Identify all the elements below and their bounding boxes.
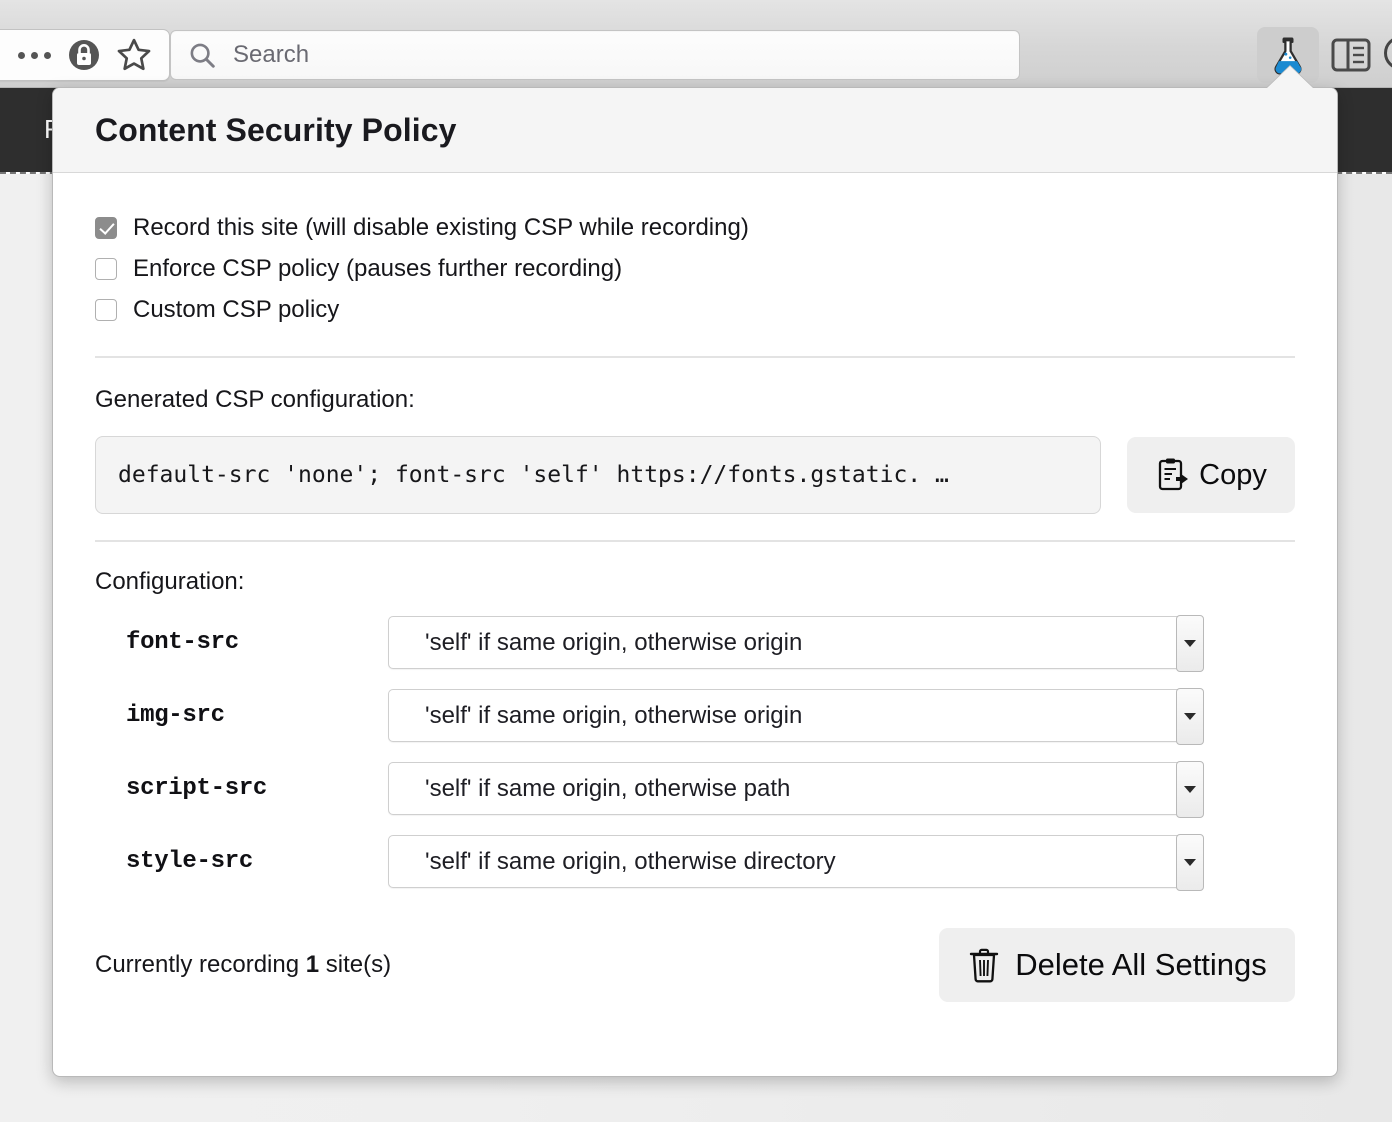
- select-value-script-src: 'self' if same origin, otherwise path: [389, 775, 790, 803]
- trash-icon: [967, 946, 1001, 984]
- search-bar[interactable]: Search: [170, 30, 1020, 80]
- checkbox-record-site[interactable]: [95, 217, 117, 239]
- divider-top: [95, 356, 1295, 358]
- select-value-style-src: 'self' if same origin, otherwise directo…: [389, 848, 836, 876]
- account-button[interactable]: [1384, 36, 1392, 72]
- checkbox-list: Record this site (will disable existing …: [95, 207, 1295, 330]
- chevron-down-icon[interactable]: [1176, 688, 1204, 745]
- checkbox-label-enforce-policy: Enforce CSP policy (pauses further recor…: [133, 255, 622, 283]
- delete-all-settings-button[interactable]: Delete All Settings: [939, 928, 1295, 1002]
- popup-header: Content Security Policy: [53, 88, 1337, 173]
- search-icon: [187, 40, 217, 70]
- directive-label-font-src: font-src: [95, 629, 388, 656]
- copy-button[interactable]: Copy: [1127, 437, 1295, 513]
- browser-toolbar: Search: [0, 0, 1392, 88]
- checkbox-label-record-site: Record this site (will disable existing …: [133, 214, 749, 242]
- account-circle-icon: [1384, 36, 1392, 70]
- generated-csp-field[interactable]: default-src 'none'; font-src 'self' http…: [95, 436, 1101, 514]
- reader-lock-button[interactable]: [59, 33, 109, 77]
- copy-button-label: Copy: [1199, 459, 1267, 492]
- bookmark-button[interactable]: [109, 33, 159, 77]
- configuration-label: Configuration:: [95, 568, 1295, 596]
- checkbox-row-record-site[interactable]: Record this site (will disable existing …: [95, 207, 1295, 248]
- more-options-button[interactable]: [9, 33, 59, 77]
- select-font-src[interactable]: 'self' if same origin, otherwise origin: [388, 616, 1203, 669]
- popup-pointer-arrow: [1267, 66, 1313, 88]
- checkbox-label-custom-policy: Custom CSP policy: [133, 296, 339, 324]
- chevron-down-icon[interactable]: [1176, 761, 1204, 818]
- directive-label-img-src: img-src: [95, 702, 388, 729]
- generated-csp-value: default-src 'none'; font-src 'self' http…: [118, 462, 949, 488]
- recording-prefix: Currently recording: [95, 951, 306, 978]
- select-script-src[interactable]: 'self' if same origin, otherwise path: [388, 762, 1203, 815]
- recording-count: 1: [306, 951, 319, 978]
- config-row-script-src: script-src 'self' if same origin, otherw…: [95, 752, 1295, 825]
- directive-label-script-src: script-src: [95, 775, 388, 802]
- select-style-src[interactable]: 'self' if same origin, otherwise directo…: [388, 835, 1203, 888]
- divider-bottom: [95, 540, 1295, 542]
- checkbox-row-custom-policy[interactable]: Custom CSP policy: [95, 289, 1295, 330]
- checkbox-row-enforce-policy[interactable]: Enforce CSP policy (pauses further recor…: [95, 248, 1295, 289]
- config-row-font-src: font-src 'self' if same origin, otherwis…: [95, 606, 1295, 679]
- recording-status: Currently recording 1 site(s): [95, 951, 391, 979]
- clipboard-copy-icon: [1155, 457, 1189, 493]
- star-icon: [115, 36, 153, 74]
- popup-footer: Currently recording 1 site(s) Delete All…: [95, 928, 1295, 1002]
- lock-icon: [66, 37, 102, 73]
- csp-popup-panel: Content Security Policy Record this site…: [52, 87, 1338, 1077]
- delete-all-settings-label: Delete All Settings: [1015, 947, 1267, 983]
- select-value-img-src: 'self' if same origin, otherwise origin: [389, 702, 802, 730]
- checkbox-custom-policy[interactable]: [95, 299, 117, 321]
- generated-csp-row: default-src 'none'; font-src 'self' http…: [95, 436, 1295, 514]
- config-row-style-src: style-src 'self' if same origin, otherwi…: [95, 825, 1295, 898]
- sidebar-toggle-icon: [1331, 38, 1371, 72]
- generated-csp-label: Generated CSP configuration:: [95, 386, 1295, 414]
- sidebar-toggle-button[interactable]: [1325, 30, 1377, 80]
- search-input[interactable]: Search: [233, 41, 309, 69]
- popup-title: Content Security Policy: [95, 112, 457, 149]
- select-value-font-src: 'self' if same origin, otherwise origin: [389, 629, 802, 657]
- select-img-src[interactable]: 'self' if same origin, otherwise origin: [388, 689, 1203, 742]
- screen: F: [0, 0, 1392, 1122]
- more-options-icon: [18, 52, 51, 59]
- popup-body: Record this site (will disable existing …: [53, 207, 1337, 1002]
- toolbar-button-group: [0, 29, 170, 81]
- recording-suffix: site(s): [319, 951, 391, 978]
- configuration-list: font-src 'self' if same origin, otherwis…: [95, 606, 1295, 898]
- config-row-img-src: img-src 'self' if same origin, otherwise…: [95, 679, 1295, 752]
- directive-label-style-src: style-src: [95, 848, 388, 875]
- chevron-down-icon[interactable]: [1176, 834, 1204, 891]
- chevron-down-icon[interactable]: [1176, 615, 1204, 672]
- checkbox-enforce-policy[interactable]: [95, 258, 117, 280]
